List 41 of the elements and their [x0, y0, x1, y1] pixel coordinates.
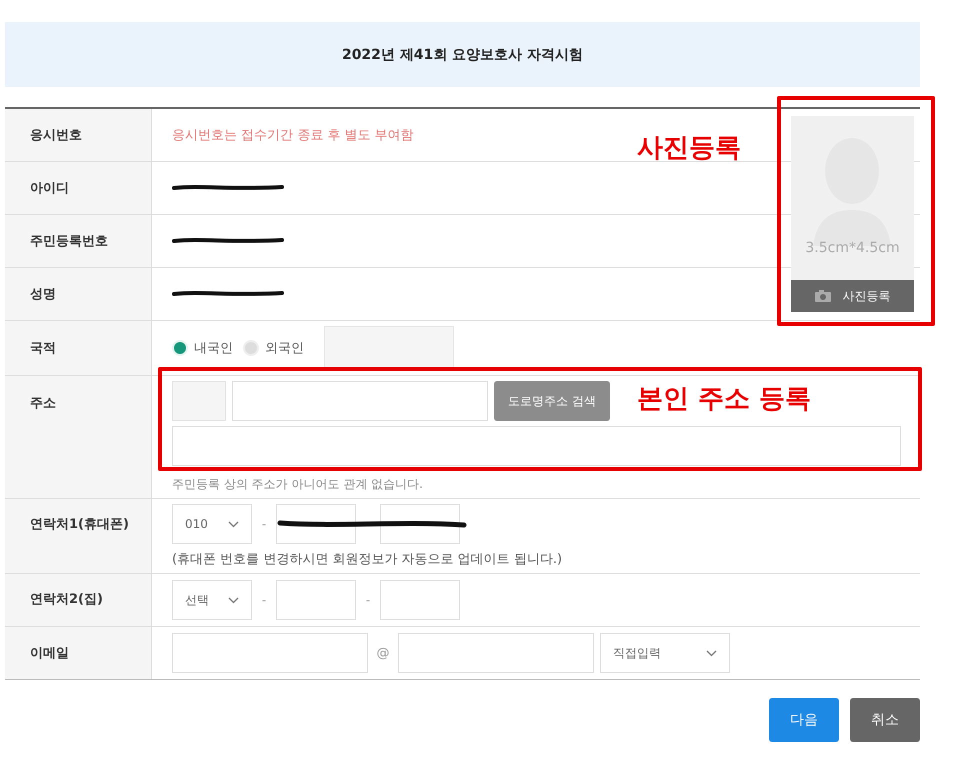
- annotation-text: 본인 주소 등록: [637, 383, 812, 416]
- exam-title: 2022년 제41회 요양보호사 자격시험: [342, 46, 584, 64]
- field-label-cell: 아이디: [5, 162, 152, 214]
- photo-upload-button[interactable]: 사진등록: [791, 280, 914, 312]
- email-domain-field[interactable]: [398, 633, 594, 673]
- field-label-cell: 연락처1(휴대폰): [5, 499, 152, 573]
- camera-icon: [814, 290, 830, 302]
- phone-field[interactable]: [276, 580, 356, 620]
- phone-field[interactable]: [380, 580, 460, 620]
- field-label-cell: 응시번호: [5, 109, 152, 161]
- email-domain-select[interactable]: 직접입력: [600, 633, 730, 673]
- phone-select[interactable]: 선택: [172, 580, 252, 620]
- radio-option[interactable]: 외국인: [243, 339, 304, 357]
- field-label-cell: 성명: [5, 268, 152, 320]
- field-label-cell: 이메일: [5, 627, 152, 679]
- phone-note: (휴대폰 번호를 변경하시면 회원정보가 자동으로 업데이트 됩니다.): [172, 551, 564, 568]
- photo-size-text: 3.5cm*4.5cm: [804, 240, 901, 258]
- radio-option[interactable]: 내국인: [172, 339, 233, 357]
- zipcode-field[interactable]: [172, 381, 226, 421]
- annotation-text: 사진등록: [637, 132, 741, 165]
- address-hint: 주민등록 상의 주소가 아니어도 관계 없습니다.: [172, 476, 424, 493]
- chevron-down-icon: [706, 650, 717, 656]
- chevron-down-icon: [228, 520, 239, 528]
- field-label-cell: 주민등록번호: [5, 215, 152, 267]
- phone-select[interactable]: 010: [172, 504, 252, 544]
- field-label-cell: 주소: [5, 376, 152, 498]
- address-search-button[interactable]: 도로명주소 검색: [494, 381, 610, 421]
- address-detail-field[interactable]: [172, 426, 901, 466]
- nationality-field[interactable]: [324, 326, 454, 370]
- form-button[interactable]: 다음: [769, 698, 839, 742]
- notice-text: 응시번호는 접수기간 종료 후 별도 부여함: [172, 127, 415, 144]
- dash-separator: -: [260, 517, 268, 531]
- address-field[interactable]: [232, 381, 488, 421]
- dash-separator: -: [260, 593, 268, 607]
- at-sign: @: [376, 646, 390, 660]
- email-id-field[interactable]: [172, 633, 368, 673]
- field-label-cell: 연락처2(집): [5, 574, 152, 626]
- chevron-down-icon: [228, 596, 239, 604]
- dash-separator: -: [364, 593, 372, 607]
- form-button[interactable]: 취소: [850, 698, 920, 742]
- field-label-cell: 국적: [5, 321, 152, 375]
